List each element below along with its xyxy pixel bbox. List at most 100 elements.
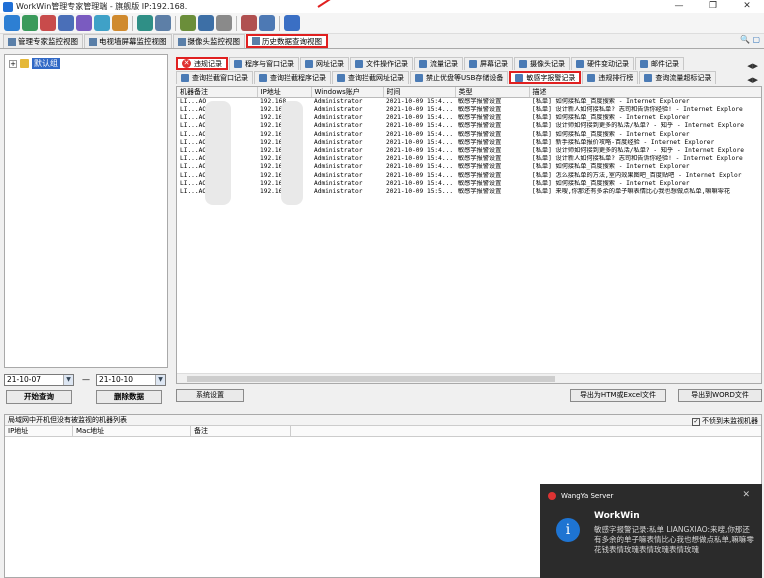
tab-usb-block[interactable]: 禁止优盘等USB存储设备 xyxy=(410,71,509,84)
globe-icon[interactable] xyxy=(22,15,38,31)
tab-violation-records[interactable]: ✕ 违规记录 xyxy=(176,57,228,70)
globe-icon xyxy=(337,74,345,82)
column-header[interactable]: Mac地址 xyxy=(73,426,191,436)
tab-mail-records[interactable]: 邮件记录 xyxy=(635,57,684,70)
settings-icon[interactable] xyxy=(259,15,275,31)
column-header[interactable]: 时间 xyxy=(383,87,456,98)
table-row[interactable]: LI...AO 192.168. Administrator 2021-10-09 1… xyxy=(177,130,761,139)
table-cell: [私单] 设计师如何接到更多的私活/私单? - 知乎 - Internet Ex… xyxy=(532,147,744,155)
table-row[interactable]: LI...AO 192.168. Administrator 2021-10-09 1… xyxy=(177,147,761,155)
column-header[interactable]: 类型 xyxy=(455,87,530,98)
toast-body: 敏感字报警记录:私单 LIANGXIAO:来嗖,你那还有多余的单子嘛表情比心我也… xyxy=(594,525,754,554)
system-settings-button[interactable]: 系统设置 xyxy=(176,389,244,402)
table-cell: [私单] 如何接私单_百度搜索 - Internet Explorer xyxy=(532,130,690,138)
export-excel-button[interactable]: 导出为HTM或Excel文件 xyxy=(570,389,666,402)
maximize-button[interactable]: ❐ xyxy=(696,0,730,13)
tab-blocked-window-query[interactable]: 查询拦截窗口记录 xyxy=(176,71,253,84)
export-icon[interactable] xyxy=(241,15,257,31)
computer-icon[interactable] xyxy=(4,15,20,31)
tree-item-default-group[interactable]: + 默认组 xyxy=(5,55,167,72)
tab-blocked-program-query[interactable]: 查询拦截程序记录 xyxy=(254,71,331,84)
delete-data-button[interactable]: 删除数据 xyxy=(96,390,162,404)
record-tabs-row-1: ✕ 违规记录 程序与窗口记录 网址记录 文件操作记录 流量记录 屏幕记录 摄像头记… xyxy=(176,56,764,70)
network-icon[interactable] xyxy=(76,15,92,31)
help-icon[interactable] xyxy=(284,15,300,31)
list-icon[interactable] xyxy=(155,15,171,31)
tab-traffic-overlimit-query[interactable]: 查询流量超标记录 xyxy=(639,71,717,84)
export-word-button[interactable]: 导出到WORD文件 xyxy=(678,389,762,402)
table-row[interactable]: LI...AO 192.168. Administrator 2021-10-09 1… xyxy=(177,98,761,107)
window-icon xyxy=(181,74,189,82)
close-button[interactable]: ✕ xyxy=(730,0,764,13)
table-row[interactable]: LI...AO 192.168. Administrator 2021-10-09 1… xyxy=(177,179,761,188)
program-icon xyxy=(259,74,267,82)
tab-blocked-url-query[interactable]: 查询拦截网址记录 xyxy=(332,71,409,84)
table-cell: [私单] 新手接私单报价攻略-百度经验 - Internet Explorer xyxy=(532,138,715,146)
tab-violation-ranking[interactable]: 违规排行榜 xyxy=(582,71,639,84)
close-icon[interactable]: ✕ xyxy=(742,490,750,500)
table-row[interactable]: LI...AO 192.168. Administrator 2021-10-09 1… xyxy=(177,114,761,122)
table-cell: 2021-10-09 15:4... xyxy=(386,130,454,138)
start-query-button[interactable]: 开始查询 xyxy=(6,390,72,404)
table-row[interactable]: LI...AO 192.168. Administrator 2021-10-09 1… xyxy=(177,138,761,147)
tab-scroll-arrows[interactable]: ◀▶ xyxy=(747,62,758,70)
tab-scroll-arrows[interactable]: ◀▶ xyxy=(747,76,758,84)
date-from-picker[interactable]: 21-10-07 ▼ xyxy=(4,374,74,386)
history-icon xyxy=(252,37,260,45)
tab-url-records[interactable]: 网址记录 xyxy=(300,57,349,70)
grid-icon[interactable] xyxy=(40,15,56,31)
table-row[interactable]: LI...AO 192.168. Administrator 2021-10-09 1… xyxy=(177,106,761,114)
column-header[interactable]: 机器备注 xyxy=(177,87,258,98)
scrollbar-thumb[interactable] xyxy=(187,376,555,382)
column-header[interactable]: 备注 xyxy=(191,426,291,436)
tab-camera-view[interactable]: 摄像头监控视图 xyxy=(172,34,245,48)
tab-expert-monitor-view[interactable]: 管理专家监控视图 xyxy=(3,34,83,48)
expand-icon[interactable]: + xyxy=(9,59,17,68)
users-icon[interactable] xyxy=(180,15,196,31)
ignore-unmonitored-checkbox[interactable]: ✓ 不侦到未监视机器 xyxy=(692,416,758,427)
tab-traffic-records[interactable]: 流量记录 xyxy=(414,57,463,70)
tab-hardware-change-records[interactable]: 硬件变动记录 xyxy=(571,57,634,70)
folder-icon xyxy=(355,60,363,68)
redaction-blur xyxy=(281,101,303,205)
monitor-icon[interactable] xyxy=(94,15,110,31)
table-row[interactable]: LI...AO 192.168. Administrator 2021-10-09 1… xyxy=(177,163,761,171)
horizontal-scrollbar[interactable] xyxy=(177,373,761,383)
tab-screen-records[interactable]: 屏幕记录 xyxy=(464,57,513,70)
column-header[interactable]: Windows账户 xyxy=(311,87,384,98)
tab-sensitive-word-alerts[interactable]: 敏感字报警记录 xyxy=(509,71,582,84)
tab-tv-wall-view[interactable]: 电视墙屏幕监控视图 xyxy=(84,34,172,48)
tab-camera-records[interactable]: 摄像头记录 xyxy=(514,57,570,70)
date-to-picker[interactable]: 21-10-10 ▼ xyxy=(96,374,166,386)
usb-icon xyxy=(415,74,423,82)
document-icon[interactable] xyxy=(58,15,74,31)
table-cell: [私单] 怎么接私单的方法,室内效果图吧_百度贴吧 - Internet Exp… xyxy=(532,171,742,179)
table-cell: 敏感字报警设置 xyxy=(458,179,502,187)
column-header[interactable]: 描述 xyxy=(529,87,761,98)
table-row[interactable]: LI...AO 192.168. Administrator 2021-10-09 1… xyxy=(177,171,761,180)
tab-file-operation-records[interactable]: 文件操作记录 xyxy=(350,57,413,70)
table-row[interactable]: LI...AO 192.168. Administrator 2021-10-09 1… xyxy=(177,122,761,130)
notification-toast[interactable]: WangYa Server ✕ i WorkWin 敏感字报警记录:私单 LIA… xyxy=(540,484,762,578)
search-icon[interactable]: 🔍 ▢ xyxy=(740,35,760,44)
tab-history-query-view[interactable]: 历史数据查询视图 xyxy=(246,34,328,48)
table-header-row: 机器备注 IP地址 Windows账户 时间 类型 描述 xyxy=(177,87,761,98)
camera-icon[interactable] xyxy=(198,15,214,31)
table-row[interactable]: LI...AO 192.168. Administrator 2021-10-09 1… xyxy=(177,155,761,163)
screen-icon[interactable] xyxy=(137,15,153,31)
minimize-button[interactable]: — xyxy=(662,0,696,13)
table-cell: 敏感字报警设置 xyxy=(458,171,502,179)
table-cell: [私单] 如何接私单_百度搜索 - Internet Explorer xyxy=(532,163,690,171)
chevron-down-icon[interactable]: ▼ xyxy=(155,375,165,385)
chevron-down-icon[interactable]: ▼ xyxy=(63,375,73,385)
table-cell: Administrator xyxy=(314,98,363,105)
tab-program-window-records[interactable]: 程序与窗口记录 xyxy=(229,57,299,70)
checkbox-check-icon[interactable]: ✓ xyxy=(692,417,700,426)
column-header[interactable]: IP地址 xyxy=(257,87,312,98)
table-row[interactable]: LI...AO 192.168. Administrator 2021-10-09 1… xyxy=(177,187,761,196)
table-cell: 2021-10-09 15:5... xyxy=(386,187,454,195)
display-icon[interactable] xyxy=(216,15,232,31)
table-cell: [私单] 来嗖,你那还有多余的单子嘛表情比心我也想做点私单,嘛嘛零花 xyxy=(532,187,731,195)
tools-icon[interactable] xyxy=(112,15,128,31)
column-header[interactable]: IP地址 xyxy=(5,426,73,436)
